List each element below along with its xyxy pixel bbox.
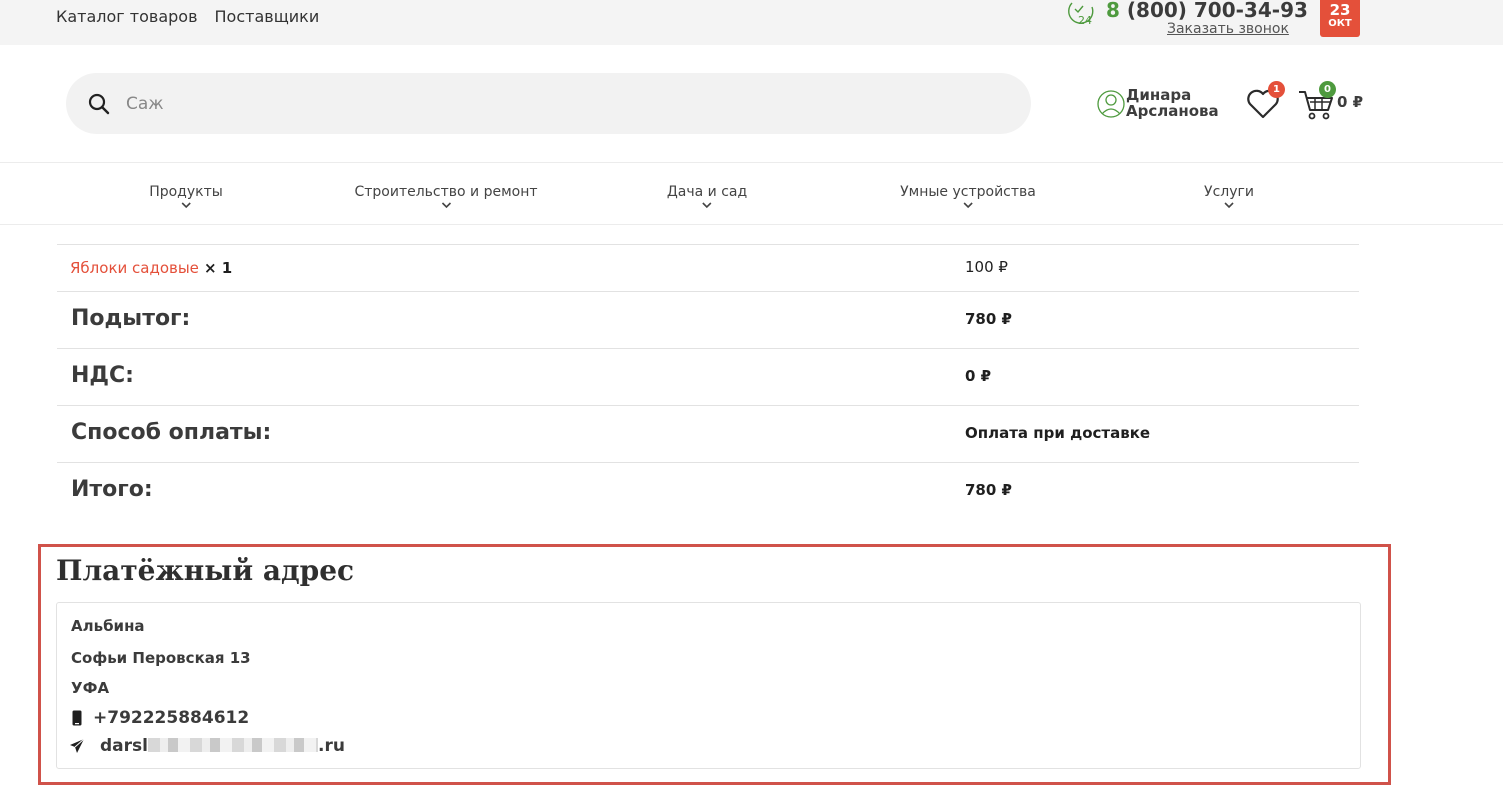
date-badge: 23 ОКТ xyxy=(1320,0,1360,37)
user-avatar-icon[interactable] xyxy=(1097,87,1125,121)
table-cell: 780 ₽ xyxy=(952,463,1359,519)
chevron-down-icon xyxy=(1224,202,1234,209)
billing-email-end: .ru xyxy=(317,736,345,756)
category-label: Строительство и ремонт xyxy=(354,184,538,200)
subtotal-value: 780 ₽ xyxy=(965,310,1012,328)
table-cell: Яблоки садовые × 1 xyxy=(57,245,948,291)
callback-link[interactable]: Заказать звонок xyxy=(1167,21,1289,37)
billing-address-title: Платёжный адрес xyxy=(56,554,355,587)
product-link[interactable]: Яблоки садовые xyxy=(70,259,199,277)
product-qty: × 1 xyxy=(204,259,233,277)
table-row: Подытог: 780 ₽ xyxy=(57,291,1359,348)
billing-phone: +792225884612 xyxy=(93,708,250,728)
table-row: Яблоки садовые × 1 100 ₽ xyxy=(57,244,1359,291)
vat-value: 0 ₽ xyxy=(965,367,992,385)
paper-plane-icon xyxy=(70,738,85,753)
search-icon[interactable] xyxy=(88,93,110,115)
table-cell: Итого: xyxy=(57,463,948,519)
top-nav-suppliers-link[interactable]: Поставщики xyxy=(215,7,320,26)
table-cell: Оплата при доставке xyxy=(952,406,1359,462)
table-cell: НДС: xyxy=(57,349,948,405)
total-label: Итого: xyxy=(71,477,153,502)
user-first-name: Динара xyxy=(1126,86,1192,104)
chevron-down-icon xyxy=(181,202,191,209)
category-label: Умные устройства xyxy=(900,184,1036,200)
billing-email: darsl .ru xyxy=(100,736,345,756)
billing-address-box: Альбина Софьи Перовская 13 УФА +79222588… xyxy=(56,602,1361,769)
chevron-down-icon xyxy=(441,202,451,209)
user-name[interactable]: Динара Арсланова xyxy=(1126,87,1219,119)
mobile-phone-icon xyxy=(72,710,82,726)
billing-street: Софьи Перовская 13 xyxy=(71,649,251,667)
date-day: 23 xyxy=(1329,1,1351,19)
table-cell: Способ оплаты: xyxy=(57,406,948,462)
total-value: 780 ₽ xyxy=(965,481,1012,499)
phone-prefix: 8 xyxy=(1106,0,1120,22)
phone-number[interactable]: 8 (800) 700-34-93 xyxy=(1106,0,1308,22)
category-garden[interactable]: Дача и сад xyxy=(667,184,747,209)
cart-sum[interactable]: 0 ₽ xyxy=(1337,93,1363,111)
phone-24-icon: 24 xyxy=(1068,2,1094,26)
top-nav-catalog-link[interactable]: Каталог товаров xyxy=(56,7,198,26)
category-label: Услуги xyxy=(1204,184,1254,200)
category-nav: Продукты Строительство и ремонт Дача и с… xyxy=(0,163,1503,225)
table-row: НДС: 0 ₽ xyxy=(57,348,1359,405)
category-label: Дача и сад xyxy=(666,184,748,200)
category-construction[interactable]: Строительство и ремонт xyxy=(354,184,538,209)
email-blur-mask xyxy=(147,738,318,752)
search-input[interactable] xyxy=(126,89,986,119)
billing-address-section: Платёжный адрес Альбина Софьи Перовская … xyxy=(38,544,1391,785)
chevron-down-icon xyxy=(702,202,712,209)
billing-city: УФА xyxy=(71,679,110,697)
phone-digits: (800) 700-34-93 xyxy=(1126,0,1308,22)
top-bar: Каталог товаров Поставщики 24 8 (800) 70… xyxy=(0,0,1503,45)
date-month: ОКТ xyxy=(1328,18,1352,29)
table-cell: 0 ₽ xyxy=(952,349,1359,405)
category-services[interactable]: Услуги xyxy=(1204,184,1254,209)
table-cell: Подытог: xyxy=(57,292,948,348)
vat-label: НДС: xyxy=(71,363,134,388)
table-row: Итого: 780 ₽ xyxy=(57,462,1359,519)
table-row: Способ оплаты: Оплата при доставке xyxy=(57,405,1359,462)
payment-method-label: Способ оплаты: xyxy=(71,420,272,445)
category-label: Продукты xyxy=(149,184,223,200)
category-smart-devices[interactable]: Умные устройства xyxy=(900,184,1036,209)
top-nav: Каталог товаров Поставщики xyxy=(56,7,319,26)
table-cell: 780 ₽ xyxy=(952,292,1359,348)
svg-text:24: 24 xyxy=(1078,14,1092,26)
subtotal-label: Подытог: xyxy=(71,306,191,331)
search-bar[interactable] xyxy=(66,73,1031,134)
cart-count-badge: 0 xyxy=(1319,81,1336,98)
user-last-name: Арсланова xyxy=(1126,102,1219,120)
wishlist-count-badge: 1 xyxy=(1268,81,1285,98)
billing-email-start: darsl xyxy=(100,736,148,756)
category-products[interactable]: Продукты xyxy=(149,184,223,209)
table-cell: 100 ₽ xyxy=(952,245,1359,291)
billing-name: Альбина xyxy=(71,617,145,635)
product-price: 100 ₽ xyxy=(965,258,1008,276)
chevron-down-icon xyxy=(963,202,973,209)
payment-method-value: Оплата при доставке xyxy=(965,424,1151,442)
